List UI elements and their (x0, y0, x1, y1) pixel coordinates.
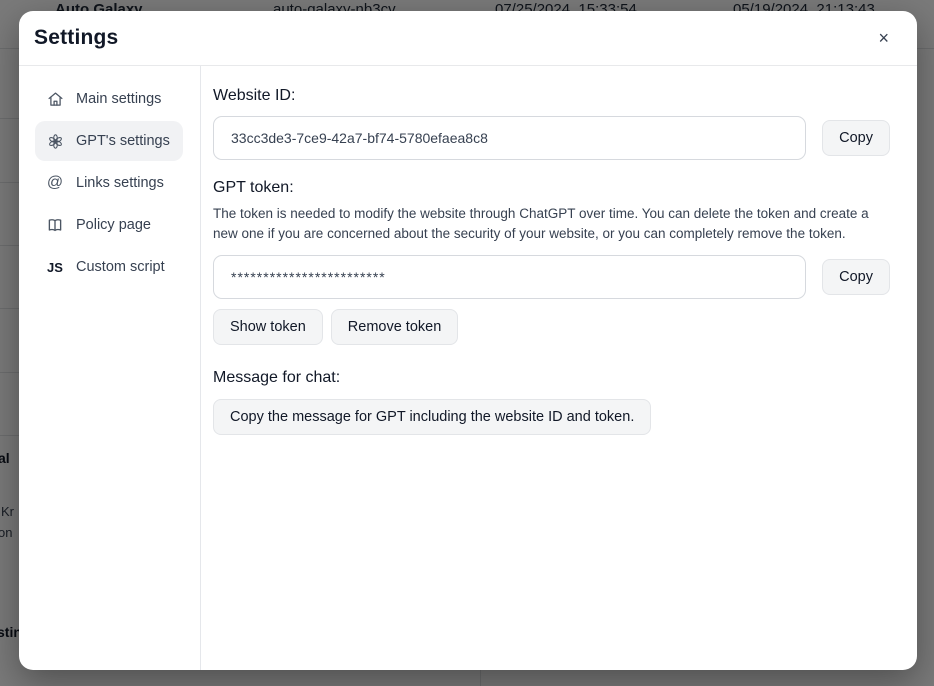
settings-content: Website ID: Copy GPT token: The token is… (201, 66, 917, 670)
modal-title: Settings (34, 26, 118, 50)
sidebar-item-label: Custom script (76, 259, 165, 275)
website-id-row: Copy (213, 116, 890, 160)
gpt-token-row: Copy (213, 255, 890, 299)
sidebar-item-policy-page[interactable]: Policy page (35, 205, 183, 245)
settings-sidebar: Main settings GPT's s (19, 66, 201, 670)
at-icon: @ (45, 173, 65, 193)
settings-modal: Settings × Main settings (19, 11, 917, 670)
message-for-chat-label: Message for chat: (213, 369, 890, 387)
sidebar-item-links-settings[interactable]: @ Links settings (35, 163, 183, 203)
close-icon[interactable]: × (872, 25, 895, 51)
website-id-label: Website ID: (213, 87, 890, 105)
sidebar-item-label: Links settings (76, 175, 164, 191)
modal-body: Main settings GPT's s (19, 66, 917, 670)
copy-website-id-button[interactable]: Copy (822, 120, 890, 156)
gpt-token-input[interactable] (213, 255, 806, 299)
home-icon (45, 89, 65, 109)
sidebar-item-label: Policy page (76, 217, 151, 233)
sidebar-item-gpts-settings[interactable]: GPT's settings (35, 121, 183, 161)
book-icon (45, 215, 65, 235)
js-icon: JS (45, 257, 65, 277)
sidebar-item-custom-script[interactable]: JS Custom script (35, 247, 183, 287)
copy-token-button[interactable]: Copy (822, 259, 890, 295)
modal-header: Settings × (19, 11, 917, 66)
gpt-icon (45, 131, 65, 151)
sidebar-item-main-settings[interactable]: Main settings (35, 79, 183, 119)
remove-token-button[interactable]: Remove token (331, 309, 459, 345)
sidebar-item-label: GPT's settings (76, 133, 170, 149)
copy-gpt-message-button[interactable]: Copy the message for GPT including the w… (213, 399, 651, 435)
token-actions-row: Show token Remove token (213, 309, 890, 345)
website-id-input[interactable] (213, 116, 806, 160)
show-token-button[interactable]: Show token (213, 309, 323, 345)
gpt-token-label: GPT token: (213, 179, 890, 197)
gpt-token-description: The token is needed to modify the websit… (213, 204, 889, 244)
sidebar-item-label: Main settings (76, 91, 161, 107)
